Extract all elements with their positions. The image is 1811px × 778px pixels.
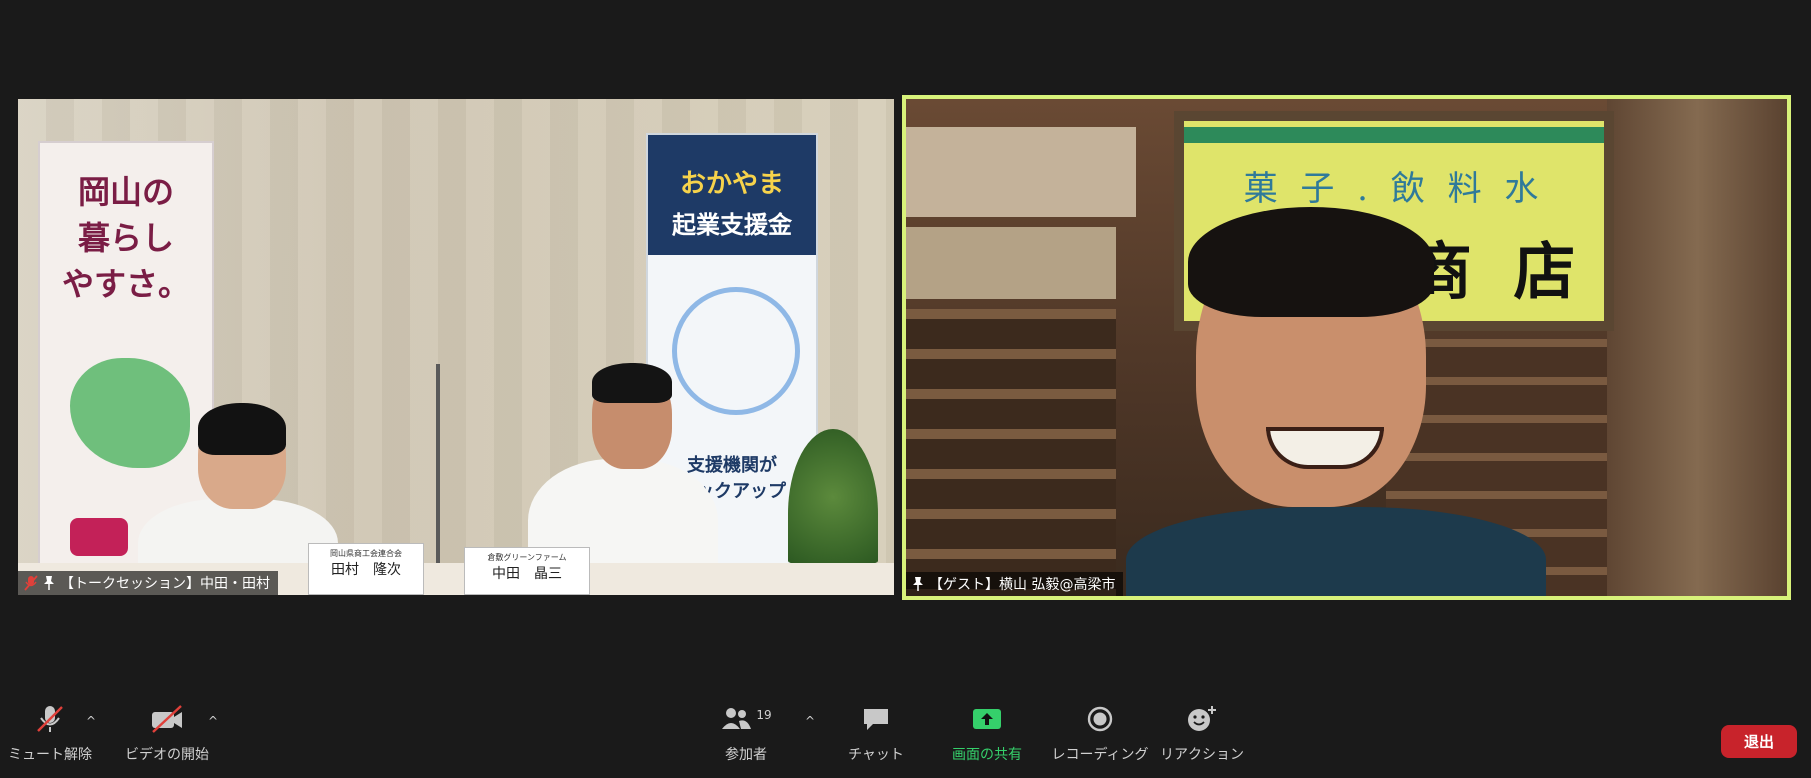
partition-pole [436,364,440,595]
wooden-shelf [906,309,1116,596]
banner-badge [70,518,128,556]
participants-count: 19 [756,708,772,722]
share-screen-icon [973,709,1001,729]
reactions-button[interactable]: リアクション [1160,700,1244,764]
share-screen-label: 画面の共有 [952,747,1022,763]
pin-icon [44,576,54,590]
share-screen-button[interactable]: 画面の共有 [944,700,1030,764]
video-off-icon [152,705,182,733]
chat-button[interactable]: チャット [846,700,906,764]
meeting-toolbar: ミュート解除 ^ ビデオの開始 ^ 19 参加者 ^ チャット 画面の共有 レコ… [0,700,1811,778]
unmute-button[interactable]: ミュート解除 [8,700,92,764]
name-placard-tamura: 岡山県商工会連合会 田村 隆次 [308,543,424,595]
crate [906,227,1116,299]
person-yokoyama [1126,207,1546,596]
placard-org: 倉敷グリーンファーム [487,553,567,562]
start-video-button[interactable]: ビデオの開始 [124,700,210,764]
add-reaction-icon [1188,706,1216,731]
name-placard-nakata: 倉敷グリーンファーム 中田 晶三 [464,547,590,595]
sign-line1: 菓 子 . 飲 料 水 [1243,169,1545,209]
banner-title: 起業支援金 [672,211,792,239]
banner-line: 暮らし [77,219,174,257]
reactions-label: リアクション [1160,747,1244,763]
crate [906,127,1136,217]
video-tile-guest[interactable]: 菓 子 . 飲 料 水 宮 内 商 店 【ゲスト】横山 弘毅@高梁市 [902,95,1791,600]
record-icon [1087,706,1113,732]
participants-options-caret-icon[interactable]: ^ [805,714,815,728]
participants-label: 参加者 [725,747,767,763]
leave-meeting-button[interactable]: 退出 [1721,725,1797,758]
video-tile-talk-session[interactable]: 岡山の 暮らし やすさ。 おかやま 起業支援金 支援機関が バックアップ 岡山県… [18,99,894,595]
unmute-label: ミュート解除 [8,747,92,763]
audio-options-caret-icon[interactable]: ^ [86,714,96,728]
muted-mic-icon [37,706,63,732]
record-label: レコーディング [1051,747,1149,763]
participants-button[interactable]: 19 参加者 [716,700,776,764]
record-button[interactable]: レコーディング [1051,700,1149,764]
banner-line: 岡山の [77,173,174,211]
muted-mic-icon [24,575,38,591]
participant-name: 【ゲスト】横山 弘毅@高梁市 [929,577,1116,593]
wooden-plank [1607,99,1787,596]
participant-name-tag: 【ゲスト】横山 弘毅@高梁市 [906,572,1124,596]
participant-name: 【トークセッション】中田・田村 [60,576,270,592]
chat-icon [864,709,888,730]
pin-icon [913,577,923,591]
banner-kana: おかやま [679,169,784,199]
placard-name: 中田 晶三 [492,566,562,582]
participants-icon [722,708,752,729]
placard-name: 田村 隆次 [331,562,401,578]
participant-name-tag: 【トークセッション】中田・田村 [18,571,278,595]
chat-label: チャット [848,747,904,763]
banner-line: やすさ。 [61,265,190,303]
video-options-caret-icon[interactable]: ^ [208,714,218,728]
start-video-label: ビデオの開始 [125,747,209,763]
placard-org: 岡山県商工会連合会 [330,549,402,558]
